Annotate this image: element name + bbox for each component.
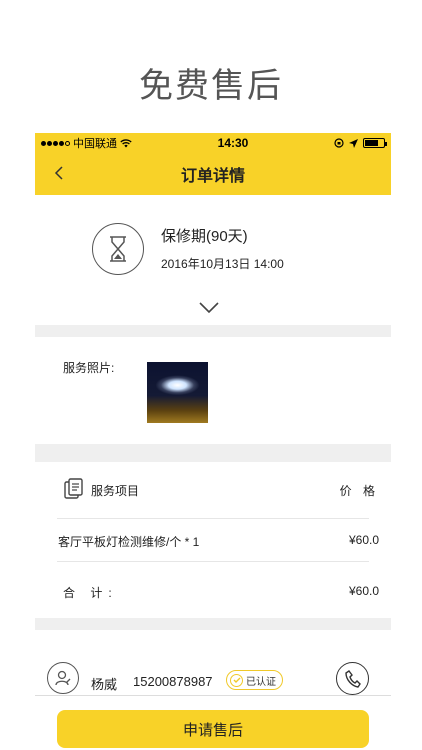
document-list-icon — [64, 478, 83, 499]
apply-after-sales-button[interactable]: 申请售后 — [57, 710, 369, 748]
battery-icon — [362, 138, 387, 148]
carrier-label: 中国联通 — [73, 138, 117, 150]
bottom-action-bar: 申请售后 — [35, 695, 391, 750]
page-title: 免费售后 — [139, 66, 283, 106]
status-bar: 中国联通 14:30 — [35, 133, 391, 153]
phone-screen: 中国联通 14:30 订单详情 保修期(90天) 2016年10月13日 14:… — [35, 133, 391, 750]
price-column-label: 价 格 — [339, 484, 379, 498]
chevron-left-icon — [54, 166, 63, 180]
technician-name: 杨威 — [91, 677, 118, 692]
service-item-name: 客厅平板灯检测维修/个 * 1 — [58, 535, 200, 549]
signal-strength-icon — [41, 140, 70, 146]
service-photos-label: 服务照片: — [63, 361, 115, 375]
call-button[interactable] — [336, 662, 369, 695]
back-button[interactable] — [47, 161, 71, 185]
user-edit-icon — [55, 670, 71, 686]
verified-badge: 已认证 — [226, 670, 283, 690]
service-item-row: 客厅平板灯检测维修/个 * 1 ¥60.0 — [35, 519, 391, 561]
total-row: 合 计: ¥60.0 — [35, 562, 391, 618]
verified-label: 已认证 — [246, 676, 276, 688]
status-time: 14:30 — [217, 136, 249, 150]
nav-bar: 订单详情 — [35, 153, 391, 195]
warranty-date: 2016年10月13日 14:00 — [161, 257, 284, 271]
warranty-title: 保修期(90天) — [161, 228, 248, 245]
section-divider — [35, 444, 391, 462]
total-value: ¥60.0 — [348, 584, 379, 598]
service-items-header: 服务项目 价 格 — [35, 462, 391, 518]
service-item-price: ¥60.0 — [348, 533, 379, 547]
section-divider — [35, 325, 391, 337]
section-divider — [35, 618, 391, 630]
check-icon — [230, 673, 243, 687]
hourglass-icon — [92, 223, 144, 275]
service-items-label: 服务项目 — [91, 484, 140, 498]
rotation-lock-icon — [334, 138, 344, 148]
wifi-icon — [120, 138, 132, 147]
service-photos-section: 服务照片: — [35, 337, 391, 444]
warranty-section: 保修期(90天) 2016年10月13日 14:00 — [35, 195, 391, 325]
avatar — [47, 662, 79, 694]
total-label: 合 计: — [63, 586, 118, 600]
nav-title: 订单详情 — [180, 168, 245, 185]
phone-icon — [344, 669, 361, 688]
service-photo-thumbnail[interactable] — [147, 362, 208, 423]
chevron-down-icon[interactable] — [198, 301, 220, 315]
location-arrow-icon — [348, 138, 358, 148]
technician-phone: 15200878987 — [133, 674, 213, 689]
